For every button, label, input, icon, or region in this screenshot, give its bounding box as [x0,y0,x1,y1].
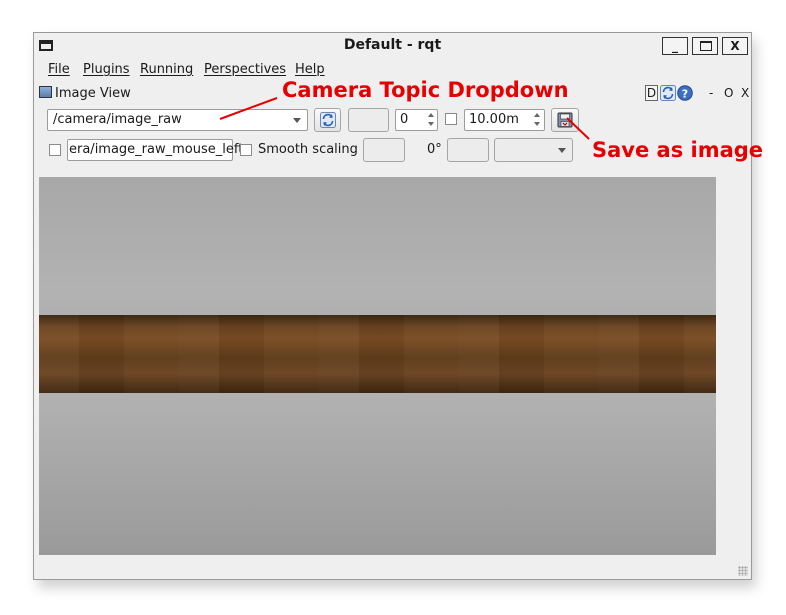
minimize-button[interactable]: _ [662,37,688,55]
camera-image-view[interactable] [39,177,716,555]
image-floor-region [39,392,716,555]
duration-spinbox-value: 10.00m [469,112,519,127]
rqt-window: Default - rqt _ X File Plugins Running P… [33,32,752,580]
refresh-icon [660,85,676,101]
mouse-publish-checkbox[interactable] [49,144,61,156]
annotation-camera-topic: Camera Topic Dropdown [282,78,569,102]
dock-title: Image View [55,86,131,101]
title-bar[interactable]: Default - rqt _ X [34,33,751,59]
maximize-icon [700,41,712,51]
mouse-topic-value: era/image_raw_mouse_left [69,142,244,157]
image-view-icon [39,86,52,98]
menu-bar: File Plugins Running Perspectives Help [34,60,751,80]
rotate-left-button[interactable] [363,138,405,162]
save-image-button[interactable] [551,108,579,132]
smooth-scaling-label: Smooth scaling [258,142,358,157]
spin-up-icon [428,113,434,117]
chevron-down-icon [293,118,301,123]
topic-dropdown[interactable]: /camera/image_raw [47,109,308,131]
table-grain [39,315,716,393]
image-table-surface [39,315,716,393]
number-spinbox-value: 0 [400,112,409,127]
smooth-scaling-checkbox[interactable] [240,144,252,156]
blank-button-1[interactable] [348,108,389,132]
number-spinbox[interactable]: 0 [395,109,438,131]
refresh-topics-button[interactable] [314,108,341,132]
dock-minimize-button[interactable]: - [709,86,713,102]
menu-running[interactable]: Running [140,62,193,77]
dock-help-button[interactable]: ? [677,85,693,101]
close-button[interactable]: X [722,37,748,55]
annotation-save-image: Save as image [592,138,764,162]
duration-checkbox[interactable] [445,113,457,125]
chevron-down-icon [558,148,566,153]
maximize-button[interactable] [692,37,718,55]
duration-spinbox[interactable]: 10.00m [464,109,545,131]
dock-refresh-button[interactable] [660,85,676,101]
minimize-icon: _ [672,39,678,53]
menu-plugins[interactable]: Plugins [83,62,130,77]
dock-d-button[interactable]: D [645,85,658,101]
spin-down-icon [534,122,540,126]
help-icon: ? [677,85,693,101]
svg-text:?: ? [682,87,688,100]
resize-grip[interactable] [738,566,748,576]
topic-dropdown-value: /camera/image_raw [53,112,182,127]
window-title: Default - rqt [343,37,442,53]
spin-down-icon [428,122,434,126]
menu-file[interactable]: File [48,62,70,77]
rotate-right-button[interactable] [447,138,489,162]
save-image-icon [557,112,573,128]
rotation-label: 0° [427,142,442,157]
mouse-topic-input[interactable]: era/image_raw_mouse_left [67,139,243,161]
menu-perspectives[interactable]: Perspectives [204,62,286,77]
dock-float-button[interactable]: O [724,86,733,102]
dock-close-button[interactable]: X [741,86,749,102]
color-scheme-dropdown[interactable] [494,138,573,162]
spin-up-icon [534,113,540,117]
close-icon: X [730,39,740,53]
menu-help[interactable]: Help [295,62,325,77]
refresh-icon [320,112,336,128]
